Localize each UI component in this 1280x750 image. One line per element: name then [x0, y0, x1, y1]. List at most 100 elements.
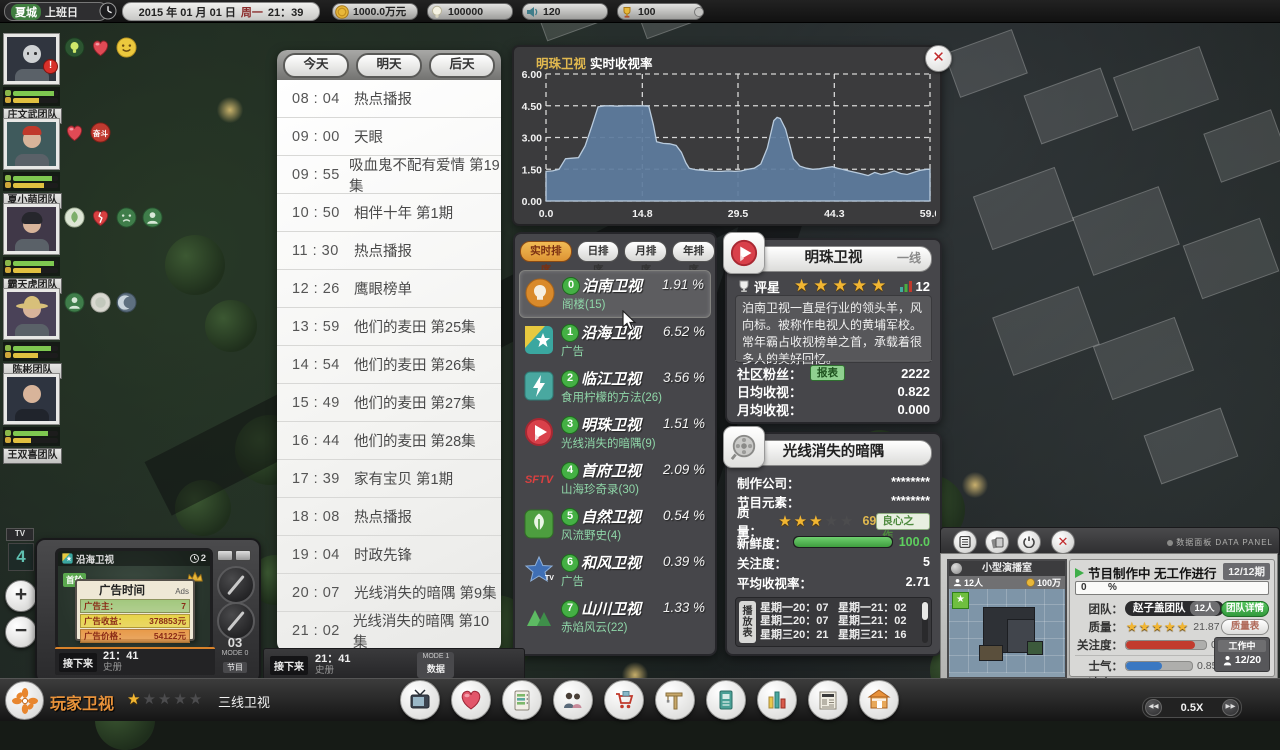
quality-table-button[interactable]: 质量表	[1221, 619, 1269, 635]
ranking-tab-2[interactable]: 月排序	[624, 241, 667, 262]
player-station-logo[interactable]	[5, 681, 44, 720]
status-person-icon[interactable]	[64, 292, 85, 313]
team-card[interactable]: 夏小萌团队	[3, 118, 60, 209]
resource-influence[interactable]: 120	[522, 3, 608, 20]
studio-quality-stars: ★★★★★	[1126, 619, 1189, 635]
ranking-tab-1[interactable]: 日排序	[577, 241, 620, 262]
broadcast-time: 星期二20：07	[760, 615, 838, 628]
ranking-tab-3[interactable]: 年排序	[672, 241, 715, 262]
team-details-button[interactable]: 团队详情	[1221, 601, 1269, 617]
tab-today[interactable]: 今天	[283, 53, 349, 78]
chart-close-button[interactable]: ✕	[925, 45, 952, 72]
star-tile-icon	[524, 325, 554, 355]
menu-door-icon[interactable]	[706, 680, 746, 720]
status-moon-icon[interactable]	[116, 292, 137, 313]
schedule-row[interactable]: 19 : 04时政先锋	[277, 536, 501, 574]
star-icon: ★	[833, 276, 852, 295]
schedule-row[interactable]: 12 : 26鹰眼榜单	[277, 270, 501, 308]
rank-station-name: 首府卫视	[581, 460, 641, 481]
schedule-row[interactable]: 11 : 30热点播报	[277, 232, 501, 270]
channel-up-button[interactable]: +	[5, 580, 37, 612]
speed-down-button[interactable]: ◀◀	[1145, 699, 1162, 716]
team-card[interactable]: !庄文武团队	[3, 33, 60, 124]
schedule-row[interactable]: 14 : 54他们的麦田 第26集	[277, 346, 501, 384]
studio-room-preview[interactable]: 小型演播室 12人 100万 ★	[947, 559, 1067, 679]
studio-floor-grid[interactable]: ★	[949, 589, 1065, 673]
rank-current-program: 赤焰风云(22)	[561, 619, 627, 635]
status-person-icon[interactable]	[142, 207, 163, 228]
resource-reputation[interactable]: 100	[617, 3, 703, 20]
power-icon[interactable]	[1017, 530, 1041, 554]
menu-staff-icon[interactable]	[553, 680, 593, 720]
schedule-row[interactable]: 17 : 39家有宝贝 第1期	[277, 460, 501, 498]
ranking-row[interactable]: 3明珠卫视1.51 %光线消失的暗隅(9)	[519, 410, 711, 456]
schedule-row[interactable]: 09 : 55吸血鬼不配有爱情 第19集	[277, 156, 501, 194]
status-leaf-icon[interactable]	[64, 207, 85, 228]
cards-icon[interactable]	[985, 530, 1009, 554]
schedule-row[interactable]: 15 : 49他们的麦田 第27集	[277, 384, 501, 422]
ranking-row[interactable]: SFTV4首府卫视2.09 %山海珍奇录(30)	[519, 456, 711, 502]
schedule-row[interactable]: 13 : 59他们的麦田 第25集	[277, 308, 501, 346]
schedule-row[interactable]: 18 : 08热点播报	[277, 498, 501, 536]
schedule-row[interactable]: 08 : 04热点播报	[277, 80, 501, 118]
broadcast-scrollbar[interactable]	[922, 601, 928, 643]
status-pale-icon[interactable]	[90, 292, 111, 313]
menu-crane-icon[interactable]	[655, 680, 695, 720]
team-card[interactable]: 王双喜团队	[3, 373, 60, 464]
ranking-row[interactable]: 2临江卫视3.56 %食用柠檬的方法(26)	[519, 364, 711, 410]
team-stat-bars	[3, 172, 60, 191]
star-tile[interactable]: ★	[952, 592, 969, 609]
menu-shop-icon[interactable]	[859, 680, 899, 720]
ranking-row[interactable]: 1沿海卫视6.52 %广告	[519, 318, 711, 364]
schedule-program: 鹰眼榜单	[354, 278, 412, 299]
attention-row: 关注度： 5	[727, 552, 940, 572]
stat-bar-track	[13, 431, 58, 436]
team-card[interactable]: 霸天虎团队	[3, 203, 60, 294]
team-stat-bars	[3, 342, 60, 361]
tab-day-after[interactable]: 后天	[429, 53, 495, 78]
star-icon: ★	[1126, 619, 1139, 634]
menu-chart-icon[interactable]	[757, 680, 797, 720]
tv-toggle-switches[interactable]	[217, 550, 251, 561]
report-list-icon[interactable]	[953, 530, 977, 554]
station-info-panel: 明珠卫视 一线 评星 ★★★★★ 12 泊南卫视一直是行业的领头羊，风向标。被称…	[725, 238, 942, 424]
schedule-row[interactable]: 21 : 02光线消失的暗隅 第10集	[277, 612, 501, 650]
resource-popularity[interactable]: 100000	[427, 3, 513, 20]
menu-news-icon[interactable]	[808, 680, 848, 720]
resource-money[interactable]: 1000.0万元	[332, 3, 418, 20]
schedule-row[interactable]: 10 : 50相伴十年 第1期	[277, 194, 501, 232]
ranking-row[interactable]: 7山川卫视1.33 %赤焰风云(22)	[519, 594, 711, 640]
schedule-row[interactable]: 20 : 07光线消失的暗隅 第9集	[277, 574, 501, 612]
status-broken-heart-icon[interactable]	[90, 207, 111, 228]
team-name-pill[interactable]: 赵子盖团队 12人	[1125, 601, 1224, 616]
speed-up-button[interactable]: ▶▶	[1222, 699, 1239, 716]
tv-knob-1[interactable]	[217, 566, 255, 604]
studio-close-button[interactable]: ✕	[1051, 530, 1075, 554]
status-heart-icon[interactable]	[64, 122, 85, 143]
clock-icon[interactable]	[99, 2, 117, 20]
ranking-row[interactable]: TV6和风卫视0.39 %广告	[519, 548, 711, 594]
portrait-shoulders	[15, 239, 49, 251]
city-pill[interactable]: 夏城 上班日	[4, 2, 108, 21]
quality-badge[interactable]: 良心之作	[876, 513, 930, 530]
menu-schedule-icon[interactable]	[502, 680, 542, 720]
status-frown-icon[interactable]	[116, 207, 137, 228]
ranking-row[interactable]: 5自然卫视0.54 %风流野史(4)	[519, 502, 711, 548]
status-battle-icon[interactable]: 奋斗	[90, 122, 111, 143]
menu-cart-icon[interactable]	[604, 680, 644, 720]
schedule-row[interactable]: 16 : 44他们的麦田 第28集	[277, 422, 501, 460]
ranking-row[interactable]: 0泊南卫视1.91 %阁楼(15)	[519, 270, 711, 318]
resource-collapse-dot[interactable]	[694, 7, 704, 17]
menu-heart-icon[interactable]	[451, 680, 491, 720]
status-smiley-icon[interactable]	[116, 37, 137, 58]
schedule-row[interactable]: 09 : 00天眼	[277, 118, 501, 156]
tab-tomorrow[interactable]: 明天	[356, 53, 422, 78]
fans-report-badge[interactable]: 报表	[810, 365, 845, 381]
status-bulb-icon[interactable]	[64, 37, 85, 58]
mode-button[interactable]: MODE 1 数据	[417, 652, 454, 678]
status-heart-icon[interactable]	[90, 37, 111, 58]
team-card[interactable]: 陈彬团队	[3, 288, 60, 379]
ranking-tab-0[interactable]: 实时排序	[520, 241, 572, 262]
channel-down-button[interactable]: −	[5, 616, 37, 648]
menu-tv-icon[interactable]	[400, 680, 440, 720]
